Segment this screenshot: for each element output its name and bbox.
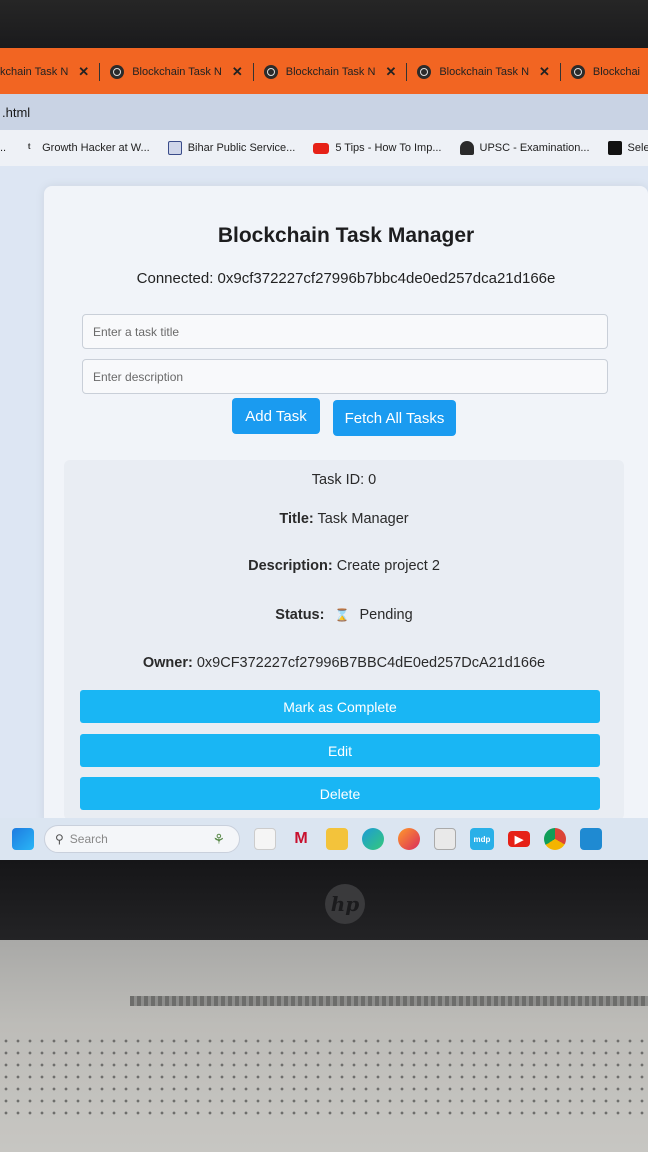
close-icon[interactable]: ✕ — [385, 64, 396, 80]
taskbar-search[interactable]: ⚲ Search ⚘ — [44, 825, 240, 853]
bookmark-item[interactable]: Bihar Public Service... — [167, 141, 296, 155]
bookmark-item[interactable]: 5 Tips - How To Imp... — [313, 142, 442, 154]
task-description-row: Description: Create project 2 — [64, 558, 624, 574]
task-title-value: Task Manager — [317, 511, 409, 527]
laptop-hinge — [130, 996, 648, 1006]
bookmark-item[interactable]: Sele — [607, 141, 648, 155]
bpsc-icon — [167, 141, 182, 155]
task-owner-label: Owner: — [142, 655, 193, 671]
task-title-input[interactable] — [82, 314, 608, 349]
bookmark-label: .. — [0, 142, 7, 154]
laptop-top-bezel — [0, 0, 648, 50]
task-manager-container: Blockchain Task Manager Connected: 0x9cf… — [44, 186, 648, 826]
task-title-row: Title: Task Manager — [64, 511, 624, 527]
youtube-icon — [313, 142, 330, 154]
bookmark-label: 5 Tips - How To Imp... — [335, 142, 442, 154]
bookmark-item[interactable]: UPSC - Examination... — [459, 141, 590, 155]
globe-icon — [417, 65, 432, 79]
bookmark-item[interactable]: .. — [0, 142, 6, 154]
task-id-label: Task ID: — [311, 472, 365, 488]
browser-tab[interactable]: Blockchain Task N ✕ — [409, 57, 558, 87]
windows-taskbar: ⚲ Search ⚘ M mdp ▶ — [0, 818, 648, 860]
bookmark-label: UPSC - Examination... — [479, 142, 590, 154]
page-title: Blockchain Task Manager — [217, 224, 475, 247]
task-owner-row: Owner: 0x9CF372227cf27996B7BBC4dE0ed257D… — [64, 655, 624, 671]
connected-account: Connected: 0x9cf372227cf27996b7bbc4de0ed… — [136, 270, 556, 287]
tab-label: kchain Task N — [0, 66, 69, 78]
mdp-icon[interactable]: mdp — [470, 828, 494, 850]
plant-icon: ⚘ — [212, 830, 225, 847]
bookmark-label: Bihar Public Service... — [187, 142, 296, 154]
hourglass-icon: ⌛ — [334, 608, 350, 622]
browser-tab[interactable]: Blockchain Task N ✕ — [256, 57, 405, 87]
close-icon[interactable]: ✕ — [539, 64, 550, 80]
tab-label: Blockchain Task N — [285, 66, 376, 78]
delete-button[interactable]: Delete — [80, 777, 600, 810]
screen: kchain Task N ✕ Blockchain Task N ✕ Bloc… — [0, 48, 648, 860]
windows-start-icon[interactable] — [12, 828, 34, 850]
browser-tab[interactable]: kchain Task N ✕ — [0, 57, 97, 87]
browser-tab[interactable]: Blockchai — [563, 57, 648, 87]
edit-button[interactable]: Edit — [80, 734, 600, 767]
tab-label: Blockchain Task N — [439, 66, 530, 78]
youtube-icon[interactable]: ▶ — [508, 831, 530, 847]
task-status-row: Status: ⌛ Pending — [64, 607, 624, 623]
fetch-all-tasks-button[interactable]: Fetch All Tasks — [333, 400, 456, 436]
hp-logo: hp — [325, 884, 365, 924]
address-text: .html — [2, 104, 31, 120]
task-status-label: Status: — [275, 607, 325, 623]
close-icon[interactable]: ✕ — [78, 64, 89, 80]
task-title-label: Title: — [279, 511, 314, 527]
task-description-input[interactable] — [82, 359, 608, 394]
tab-separator — [559, 63, 561, 81]
bookmark-icon — [607, 141, 622, 155]
close-icon[interactable]: ✕ — [232, 64, 243, 80]
browser-tab[interactable]: Blockchain Task N ✕ — [102, 57, 251, 87]
task-id-row: Task ID: 0 — [64, 472, 624, 488]
tab-label: Blockchain Task N — [132, 66, 222, 78]
task-description-value: Create project 2 — [336, 558, 440, 574]
mark-complete-button[interactable]: Mark as Complete — [80, 690, 600, 723]
browser-tab-bar: kchain Task N ✕ Blockchain Task N ✕ Bloc… — [0, 48, 648, 94]
tab-separator — [99, 63, 101, 81]
vscode-icon[interactable] — [580, 828, 602, 850]
search-icon: ⚲ — [55, 832, 64, 846]
task-card: Task ID: 0 Title: Task Manager Descripti… — [64, 460, 624, 820]
chrome-icon[interactable] — [544, 828, 566, 850]
globe-icon — [263, 65, 278, 79]
speaker-grille — [0, 1035, 648, 1115]
growth-hacker-icon: ᵗ — [27, 141, 31, 155]
edge-icon[interactable] — [362, 828, 384, 850]
page-body: Blockchain Task Manager Connected: 0x9cf… — [0, 166, 648, 826]
add-task-button[interactable]: Add Task — [232, 398, 320, 434]
tab-label: Blockchai — [592, 66, 640, 78]
calculator-icon[interactable] — [434, 828, 456, 850]
globe-icon — [110, 65, 125, 79]
firefox-icon[interactable] — [398, 828, 420, 850]
bookmark-label: Sele — [627, 142, 648, 154]
bookmark-label: Growth Hacker at W... — [42, 142, 150, 154]
globe-icon — [570, 65, 585, 79]
tab-separator — [406, 63, 408, 81]
task-id-value: 0 — [368, 472, 377, 488]
laptop-bottom-bezel — [0, 860, 648, 940]
file-explorer-icon[interactable] — [326, 828, 348, 850]
upsc-emblem-icon — [459, 141, 474, 155]
widgets-icon[interactable] — [254, 828, 276, 850]
address-bar[interactable]: .html — [0, 94, 648, 130]
bookmarks-bar: .. ᵗ Growth Hacker at W... Bihar Public … — [0, 130, 648, 166]
search-placeholder: Search — [69, 832, 108, 846]
tab-separator — [252, 63, 254, 81]
task-owner-value: 0x9CF372227cf27996B7BBC4dE0ed257DcA21d16… — [196, 655, 546, 671]
bookmark-item[interactable]: ᵗ Growth Hacker at W... — [22, 141, 150, 155]
mcafee-icon[interactable]: M — [290, 828, 312, 850]
task-status-value: Pending — [359, 607, 413, 623]
task-description-label: Description: — [248, 558, 333, 574]
